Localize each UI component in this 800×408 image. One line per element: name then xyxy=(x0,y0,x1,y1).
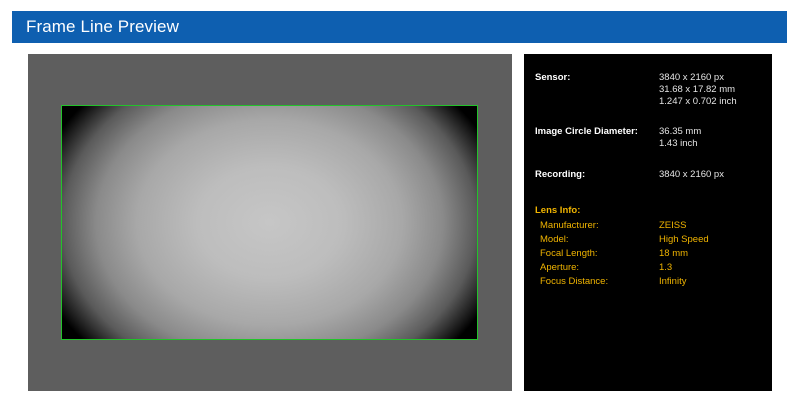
lens-aperture-label: Aperture: xyxy=(540,262,580,273)
lens-model-value: High Speed xyxy=(659,234,709,245)
lens-focal-length-label: Focal Length: xyxy=(540,248,598,259)
sensor-label: Sensor: xyxy=(535,72,571,83)
lens-focus-distance-label: Focus Distance: xyxy=(540,276,609,287)
lens-focal-length-row: Focal Length: 18 mm xyxy=(540,248,765,262)
lens-model-row: Model: High Speed xyxy=(540,234,765,248)
preview-panel xyxy=(28,54,512,391)
lens-aperture-row: Aperture: 1.3 xyxy=(540,262,765,276)
sensor-value-px: 3840 x 2160 px xyxy=(659,72,724,83)
title-bar: Frame Line Preview xyxy=(12,11,787,43)
lens-aperture-value: 1.3 xyxy=(659,262,673,273)
sensor-values: 3840 x 2160 px 31.68 x 17.82 mm 1.247 x … xyxy=(659,72,737,108)
sensor-value-mm: 31.68 x 17.82 mm xyxy=(659,84,736,95)
image-circle-values: 36.35 mm 1.43 inch xyxy=(659,126,701,150)
lens-focus-distance-value: Infinity xyxy=(659,276,687,287)
image-circle-value-mm: 36.35 mm xyxy=(659,126,702,137)
lens-model-label: Model: xyxy=(540,234,569,245)
lens-focus-distance-row: Focus Distance: Infinity xyxy=(540,276,765,290)
lens-info-heading: Lens Info: xyxy=(535,205,581,216)
lens-manufacturer-value: ZEISS xyxy=(659,220,687,231)
frame-line xyxy=(61,105,478,340)
lens-info-section: Lens Info: Manufacturer: ZEISS Model: Hi… xyxy=(535,205,765,287)
lens-manufacturer-label: Manufacturer: xyxy=(540,220,599,231)
page-title: Frame Line Preview xyxy=(26,17,179,36)
lens-manufacturer-row: Manufacturer: ZEISS xyxy=(540,220,765,234)
lens-focal-length-value: 18 mm xyxy=(659,248,689,259)
lens-image-circle xyxy=(62,106,477,339)
recording-value: 3840 x 2160 px xyxy=(659,169,724,180)
info-panel: Sensor: 3840 x 2160 px 31.68 x 17.82 mm … xyxy=(524,54,772,391)
recording-values: 3840 x 2160 px xyxy=(659,169,724,181)
image-circle-label: Image Circle Diameter: xyxy=(535,126,638,137)
recording-label: Recording: xyxy=(535,169,586,180)
frame-line-preview-page: Frame Line Preview Sensor: 3840 x 2160 p… xyxy=(0,0,800,408)
sensor-value-inch: 1.247 x 0.702 inch xyxy=(659,96,737,107)
image-circle-value-inch: 1.43 inch xyxy=(659,138,698,149)
